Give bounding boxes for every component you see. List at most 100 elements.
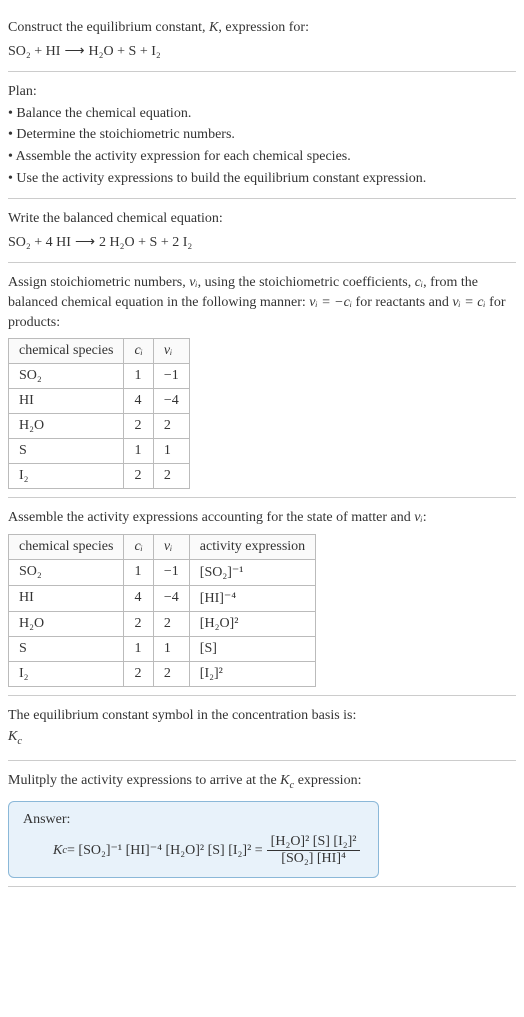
- table-row: HI4−4: [9, 389, 190, 414]
- cell-act: [I₂]²: [189, 661, 315, 686]
- cell-v: 2: [153, 464, 189, 489]
- cell-c: 1: [124, 636, 153, 661]
- fraction-denominator: [SO₂] [HI]⁴: [267, 851, 361, 867]
- cell-species: I₂: [9, 464, 124, 489]
- cell-c: 4: [124, 389, 153, 414]
- cell-v: 1: [153, 439, 189, 464]
- ci-symbol: cᵢ: [415, 275, 423, 290]
- fraction-numerator: [H₂O]² [S] [I₂]²: [267, 834, 361, 851]
- answer-label: Answer:: [23, 812, 364, 828]
- kc-k: K: [8, 729, 17, 744]
- cell-species: S: [9, 439, 124, 464]
- plan-title: Plan:: [8, 82, 516, 102]
- intro-k: K: [209, 20, 218, 35]
- table-header: activity expression: [189, 534, 315, 559]
- arrow-icon: ⟶: [75, 233, 95, 253]
- table-header-row: chemical species cᵢ νᵢ activity expressi…: [9, 534, 316, 559]
- cell-v: −1: [153, 559, 189, 585]
- kc-k: K: [53, 843, 62, 859]
- cell-act: [H₂O]²: [189, 611, 315, 636]
- kc-symbol: Kc: [8, 727, 516, 749]
- table-row: H₂O22[H₂O]²: [9, 611, 316, 636]
- stoich-text: , using the stoichiometric coefficients,: [198, 275, 415, 290]
- activity-section: Assemble the activity expressions accoun…: [8, 498, 516, 696]
- symbol-text: The equilibrium constant symbol in the c…: [8, 706, 516, 726]
- intro-title: Construct the equilibrium constant, K, e…: [8, 18, 516, 38]
- kc-c: c: [17, 736, 22, 747]
- nu-symbol: νᵢ: [414, 510, 422, 525]
- answer-eq-flat: = [SO₂]⁻¹ [HI]⁻⁴ [H₂O]² [S] [I₂]² =: [67, 842, 263, 859]
- table-row: SO₂1−1[SO₂]⁻¹: [9, 559, 316, 585]
- table-header: νᵢ: [153, 339, 189, 364]
- cell-c: 4: [124, 585, 153, 611]
- cell-c: 2: [124, 464, 153, 489]
- cell-c: 2: [124, 611, 153, 636]
- table-row: S11: [9, 439, 190, 464]
- cell-v: 2: [153, 611, 189, 636]
- stoich-section: Assign stoichiometric numbers, νᵢ, using…: [8, 263, 516, 498]
- intro-eq-right: H₂O + S + I₂: [89, 42, 161, 62]
- cell-species: HI: [9, 585, 124, 611]
- cell-act: [S]: [189, 636, 315, 661]
- cell-species: SO₂: [9, 559, 124, 585]
- kc-k: K: [280, 773, 289, 788]
- table-header: νᵢ: [153, 534, 189, 559]
- answer-equation: Kc = [SO₂]⁻¹ [HI]⁻⁴ [H₂O]² [S] [I₂]² = […: [23, 834, 364, 867]
- multiply-text: expression:: [294, 773, 361, 788]
- balanced-eq-right: 2 H₂O + S + 2 I₂: [99, 233, 192, 253]
- multiply-intro: Mulitply the activity expressions to arr…: [8, 771, 516, 793]
- symbol-section: The equilibrium constant symbol in the c…: [8, 696, 516, 761]
- cell-c: 2: [124, 661, 153, 686]
- activity-intro: Assemble the activity expressions accoun…: [8, 508, 516, 528]
- cell-c: 1: [124, 439, 153, 464]
- rel1: νᵢ = −cᵢ: [309, 295, 352, 310]
- balanced-section: Write the balanced chemical equation: SO…: [8, 199, 516, 263]
- intro-eq-left: SO₂ + HI: [8, 42, 60, 62]
- plan-item: • Determine the stoichiometric numbers.: [8, 125, 516, 145]
- cell-species: H₂O: [9, 414, 124, 439]
- cell-c: 1: [124, 559, 153, 585]
- cell-species: H₂O: [9, 611, 124, 636]
- balanced-equation: SO₂ + 4 HI ⟶ 2 H₂O + S + 2 I₂: [8, 233, 192, 253]
- nu-symbol: νᵢ: [189, 275, 197, 290]
- cell-species: S: [9, 636, 124, 661]
- cell-v: 1: [153, 636, 189, 661]
- cell-v: 2: [153, 661, 189, 686]
- table-header: cᵢ: [124, 534, 153, 559]
- answer-fraction: [H₂O]² [S] [I₂]² [SO₂] [HI]⁴: [267, 834, 361, 867]
- cell-species: I₂: [9, 661, 124, 686]
- intro-text-a: Construct the equilibrium constant,: [8, 20, 209, 35]
- cell-v: 2: [153, 414, 189, 439]
- table-header: chemical species: [9, 339, 124, 364]
- balanced-title: Write the balanced chemical equation:: [8, 209, 516, 229]
- cell-act: [HI]⁻⁴: [189, 585, 315, 611]
- arrow-icon: ⟶: [64, 42, 84, 62]
- cell-species: SO₂: [9, 364, 124, 389]
- balanced-eq-left: SO₂ + 4 HI: [8, 233, 71, 253]
- multiply-section: Mulitply the activity expressions to arr…: [8, 761, 516, 887]
- stoich-intro: Assign stoichiometric numbers, νᵢ, using…: [8, 273, 516, 332]
- plan-section: Plan: • Balance the chemical equation. •…: [8, 72, 516, 199]
- cell-c: 1: [124, 364, 153, 389]
- table-header: chemical species: [9, 534, 124, 559]
- cell-v: −1: [153, 364, 189, 389]
- stoich-table: chemical species cᵢ νᵢ SO₂1−1 HI4−4 H₂O2…: [8, 338, 190, 489]
- table-header-row: chemical species cᵢ νᵢ: [9, 339, 190, 364]
- plan-item: • Use the activity expressions to build …: [8, 169, 516, 189]
- cell-c: 2: [124, 414, 153, 439]
- table-header: cᵢ: [124, 339, 153, 364]
- plan-item: • Balance the chemical equation.: [8, 104, 516, 124]
- intro-section: Construct the equilibrium constant, K, e…: [8, 8, 516, 72]
- plan-item: • Assemble the activity expression for e…: [8, 147, 516, 167]
- cell-v: −4: [153, 389, 189, 414]
- cell-species: HI: [9, 389, 124, 414]
- answer-box: Answer: Kc = [SO₂]⁻¹ [HI]⁻⁴ [H₂O]² [S] […: [8, 801, 379, 878]
- multiply-text: Mulitply the activity expressions to arr…: [8, 773, 280, 788]
- table-row: SO₂1−1: [9, 364, 190, 389]
- activity-text: :: [423, 510, 427, 525]
- table-row: S11[S]: [9, 636, 316, 661]
- intro-text-b: , expression for:: [218, 20, 309, 35]
- table-row: I₂22: [9, 464, 190, 489]
- cell-act: [SO₂]⁻¹: [189, 559, 315, 585]
- stoich-text: Assign stoichiometric numbers,: [8, 275, 189, 290]
